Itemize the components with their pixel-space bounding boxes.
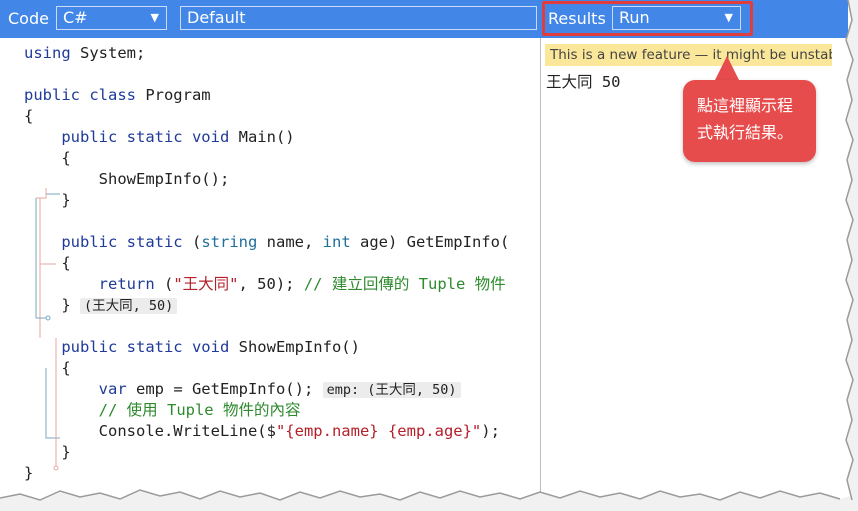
torn-edge-frame <box>0 0 858 511</box>
